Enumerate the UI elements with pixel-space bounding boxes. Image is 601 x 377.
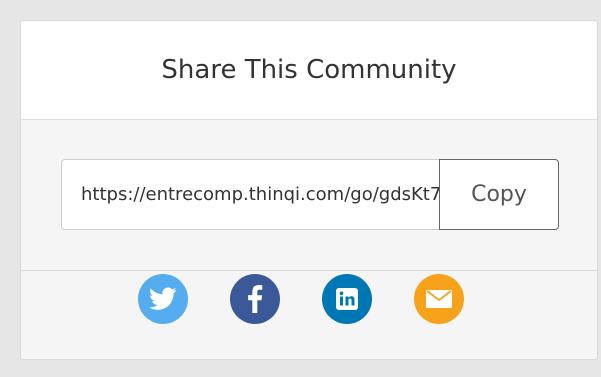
share-link-input[interactable] [61, 159, 439, 230]
share-link-group: Copy [61, 159, 559, 230]
share-link-section: Copy [21, 120, 597, 271]
copy-button[interactable]: Copy [439, 159, 559, 230]
social-share-row [0, 274, 601, 324]
card-header: Share This Community [21, 21, 597, 120]
email-icon [425, 289, 453, 309]
linkedin-icon [335, 288, 358, 310]
card-title: Share This Community [161, 55, 457, 85]
twitter-icon [148, 287, 177, 311]
share-linkedin-button[interactable] [321, 274, 372, 324]
facebook-icon [247, 285, 263, 313]
share-twitter-button[interactable] [137, 274, 188, 324]
share-facebook-button[interactable] [229, 274, 280, 324]
share-email-button[interactable] [413, 274, 464, 324]
